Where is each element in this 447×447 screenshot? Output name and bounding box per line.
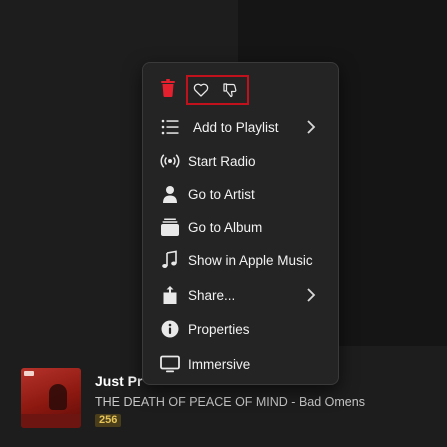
monitor-icon [160, 355, 180, 373]
share-icon [163, 286, 177, 304]
radio-waves-icon [160, 154, 180, 168]
artwork-label [24, 371, 34, 376]
album-artwork[interactable] [21, 368, 81, 428]
thumbs-down-icon[interactable] [222, 82, 238, 98]
menu-actions-row [143, 63, 338, 113]
app-window: Just Pr THE DEATH OF PEACE OF MIND - Bad… [0, 0, 447, 447]
track-subtitle[interactable]: THE DEATH OF PEACE OF MIND - Bad Omens [95, 395, 365, 409]
music-note-icon [162, 250, 177, 268]
chevron-right-icon [307, 288, 316, 302]
menu-item-go-to-artist[interactable]: Go to Artist [143, 179, 338, 209]
menu-item-label: Go to Album [188, 219, 263, 235]
quality-badge: 256 [95, 414, 122, 427]
menu-item-label: Add to Playlist [193, 119, 279, 135]
menu-item-start-radio[interactable]: Start Radio [143, 146, 338, 176]
chevron-right-icon [307, 120, 316, 134]
menu-item-label: Share... [188, 287, 236, 303]
album-stack-icon [161, 218, 179, 236]
menu-item-go-to-album[interactable]: Go to Album [143, 212, 338, 242]
track-title[interactable]: Just Pr [95, 373, 142, 389]
list-icon [161, 119, 179, 135]
menu-item-label: Immersive [188, 356, 251, 372]
menu-item-label: Show in Apple Music [188, 252, 313, 268]
menu-item-show-in-apple-music[interactable]: Show in Apple Music [143, 245, 338, 275]
menu-item-share[interactable]: Share... [143, 280, 338, 310]
artwork-figure [49, 384, 67, 410]
artwork-floor [21, 414, 81, 428]
menu-item-properties[interactable]: Properties [143, 314, 338, 344]
person-icon [163, 186, 177, 203]
menu-item-immersive[interactable]: Immersive [143, 349, 338, 379]
context-menu: Add to Playlist Start Radio Go to Artist [142, 62, 339, 385]
menu-item-label: Properties [188, 321, 250, 337]
menu-item-label: Start Radio [188, 153, 256, 169]
trash-icon[interactable] [160, 79, 176, 97]
info-icon [161, 320, 179, 338]
heart-icon[interactable] [193, 82, 209, 98]
rating-highlight [186, 75, 249, 105]
menu-item-label: Go to Artist [188, 186, 255, 202]
menu-item-add-to-playlist[interactable]: Add to Playlist [143, 112, 338, 142]
